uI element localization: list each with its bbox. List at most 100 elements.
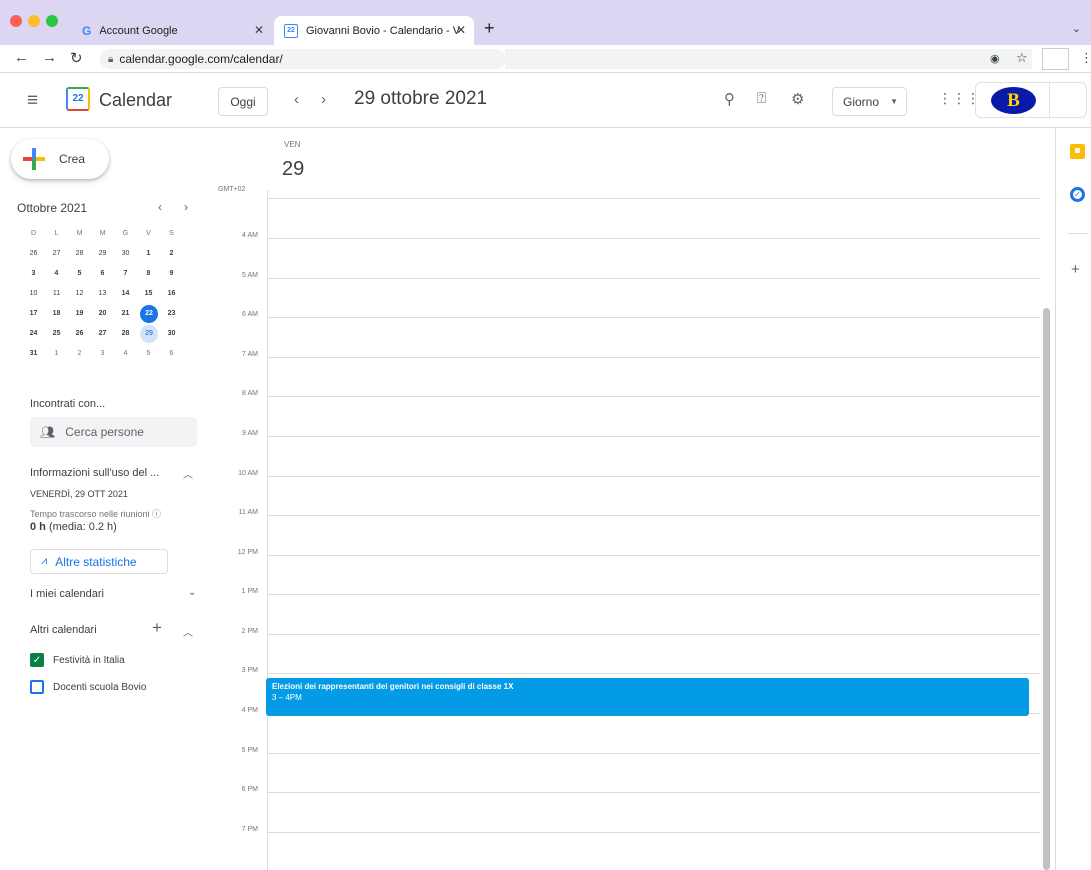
checked-checkbox-icon[interactable]: ✓: [30, 653, 44, 667]
weekday-header: L: [54, 230, 59, 237]
new-tab-button[interactable]: +: [484, 18, 495, 39]
account-brand[interactable]: B: [975, 82, 1087, 118]
my-calendars-expand-chevron-icon[interactable]: ⌄: [188, 587, 196, 598]
minimonth-day[interactable]: 3: [91, 345, 114, 363]
minimonth-day[interactable]: 25: [45, 325, 68, 343]
zoom-window-button[interactable]: [46, 15, 58, 27]
back-arrow-icon[interactable]: ←: [14, 49, 29, 66]
keep-icon[interactable]: [1070, 144, 1085, 159]
minimonth-day[interactable]: 4: [45, 265, 68, 283]
minimize-window-button[interactable]: [28, 15, 40, 27]
insights-collapse-chevron-icon[interactable]: ︿: [183, 466, 193, 481]
kebab-menu-icon[interactable]: ⋮: [1080, 50, 1091, 66]
minimonth-day[interactable]: 3: [22, 265, 45, 283]
my-calendars-heading[interactable]: I miei calendari: [30, 588, 104, 600]
browser-tab-calendar[interactable]: 22 Giovanni Bovio - Calendario - V ✕: [274, 16, 474, 45]
close-tab-icon[interactable]: ✕: [456, 23, 466, 37]
minimonth-next-chevron-icon[interactable]: ›: [184, 200, 188, 214]
minimonth-day[interactable]: 30: [160, 325, 183, 343]
day-time-grid[interactable]: 4 AM 5 AM 6 AM 7 AM 8 AM 9 AM 10 AM 11 A…: [210, 128, 1055, 870]
minimonth-prev-chevron-icon[interactable]: ‹: [158, 200, 162, 214]
eye-icon[interactable]: ◉: [990, 52, 1000, 65]
minimonth-day[interactable]: 29: [91, 245, 114, 263]
minimonth-today[interactable]: 22: [140, 305, 158, 323]
close-window-button[interactable]: [10, 15, 22, 27]
reload-icon[interactable]: ↻: [70, 49, 83, 67]
vertical-scrollbar[interactable]: [1043, 308, 1050, 870]
search-people-input[interactable]: 👥︎ Cerca persone: [30, 417, 197, 447]
more-stats-button[interactable]: ⩘ Altre statistiche: [30, 549, 168, 574]
minimonth-day[interactable]: 7: [114, 265, 137, 283]
address-bar[interactable]: 🔒︎ calendar.google.com/calendar/: [100, 49, 505, 69]
add-addon-plus-icon[interactable]: +: [1071, 261, 1080, 278]
view-selector[interactable]: Giorno ▼: [832, 87, 907, 116]
minimonth-week: 31 1 2 3 4 5 6: [22, 344, 200, 364]
minimonth-day[interactable]: 20: [91, 305, 114, 323]
minimonth-day[interactable]: 30: [114, 245, 137, 263]
unchecked-checkbox-icon[interactable]: [30, 680, 44, 694]
minimonth-day[interactable]: 16: [160, 285, 183, 303]
search-icon[interactable]: ⚲: [724, 90, 735, 108]
close-tab-icon[interactable]: ✕: [254, 23, 264, 37]
minimonth-day[interactable]: 13: [91, 285, 114, 303]
minimonth-day[interactable]: 5: [68, 265, 91, 283]
minimonth-day[interactable]: 2: [68, 345, 91, 363]
minimonth-day[interactable]: 31: [22, 345, 45, 363]
minimonth-day[interactable]: 4: [114, 345, 137, 363]
hour-label: 5 PM: [241, 747, 258, 754]
minimonth-day[interactable]: 24: [22, 325, 45, 343]
minimonth-day[interactable]: 6: [160, 345, 183, 363]
tab-title: Giovanni Bovio - Calendario - V: [306, 24, 461, 37]
minimonth-day[interactable]: 14: [114, 285, 137, 303]
calendar-item-festivita[interactable]: ✓ Festività in Italia: [30, 652, 125, 668]
forward-arrow-icon[interactable]: →: [42, 49, 57, 66]
minimonth-day[interactable]: 9: [160, 265, 183, 283]
minimonth-day[interactable]: 28: [114, 325, 137, 343]
hamburger-menu-icon[interactable]: ≡: [27, 90, 38, 112]
minimonth-day[interactable]: 11: [45, 285, 68, 303]
minimonth-day[interactable]: 27: [45, 245, 68, 263]
minimonth-day[interactable]: 15: [137, 285, 160, 303]
bookmark-star-icon[interactable]: ☆: [1016, 50, 1028, 66]
minimonth-day[interactable]: 8: [137, 265, 160, 283]
weekday-header: D: [30, 230, 37, 237]
next-day-chevron-icon[interactable]: ›: [321, 91, 326, 108]
other-calendars-collapse-chevron-icon[interactable]: ︿: [183, 624, 193, 639]
previous-day-chevron-icon[interactable]: ‹: [294, 91, 299, 108]
minimonth-day[interactable]: 10: [22, 285, 45, 303]
create-button[interactable]: Crea: [11, 139, 109, 179]
calendar-event[interactable]: Elezioni dei rappresentanti dei genitori…: [266, 678, 1029, 716]
help-icon[interactable]: ⍰: [757, 90, 766, 107]
minimonth-day[interactable]: 28: [68, 245, 91, 263]
minimonth-day[interactable]: 26: [22, 245, 45, 263]
minimonth-day[interactable]: 2: [160, 245, 183, 263]
minimonth-day[interactable]: 27: [91, 325, 114, 343]
more-stats-label: Altre statistiche: [55, 554, 137, 569]
minimonth-day[interactable]: 1: [45, 345, 68, 363]
minimonth-day[interactable]: 21: [114, 305, 137, 323]
minimonth-day[interactable]: 23: [160, 305, 183, 323]
tasks-icon[interactable]: ✓: [1070, 187, 1085, 202]
minimonth-day[interactable]: 19: [68, 305, 91, 323]
tab-list-chevron-icon[interactable]: ⌄: [1072, 22, 1081, 35]
address-bar-extension[interactable]: [505, 49, 1032, 69]
minimonth-day[interactable]: 18: [45, 305, 68, 323]
minimonth-day[interactable]: 5: [137, 345, 160, 363]
today-button[interactable]: Oggi: [218, 87, 268, 116]
minimonth-day[interactable]: 12: [68, 285, 91, 303]
minimonth-day[interactable]: 17: [22, 305, 45, 323]
minimonth-day[interactable]: 6: [91, 265, 114, 283]
profile-box[interactable]: [1042, 48, 1069, 70]
minimonth-selected-day[interactable]: 29: [140, 325, 158, 343]
event-time: 3 – 4PM: [272, 693, 302, 702]
minimonth-day[interactable]: 1: [137, 245, 160, 263]
other-calendars-heading[interactable]: Altri calendari: [30, 624, 97, 636]
apps-grid-icon[interactable]: ⋮⋮⋮: [938, 90, 980, 107]
settings-gear-icon[interactable]: ⚙: [791, 90, 804, 108]
calendar-item-docenti[interactable]: Docenti scuola Bovio: [30, 679, 146, 695]
browser-tab-account-google[interactable]: G Account Google ✕: [72, 16, 272, 45]
add-calendar-plus-icon[interactable]: +: [152, 618, 162, 638]
hour-line: [268, 436, 1040, 437]
minimonth-day[interactable]: 26: [68, 325, 91, 343]
google-g-icon: G: [82, 23, 92, 38]
